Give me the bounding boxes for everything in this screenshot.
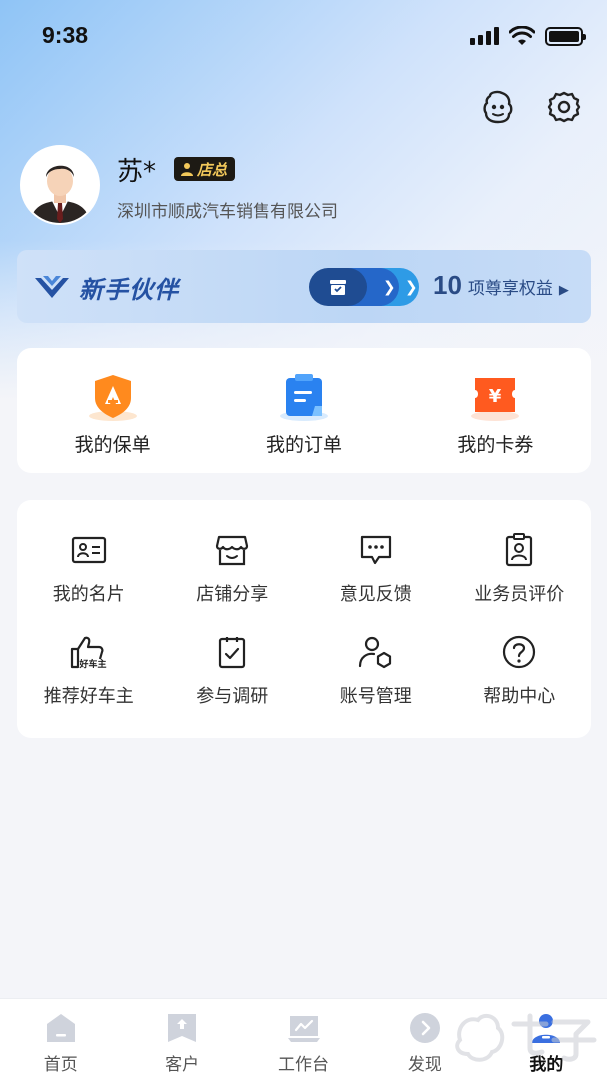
user-name: 苏* <box>117 157 157 187</box>
discover-icon <box>408 1011 442 1045</box>
person-icon <box>181 163 193 176</box>
tool-label: 意见反馈 <box>339 584 412 605</box>
box-icon <box>330 280 346 295</box>
quick-link-orders[interactable]: 我的订单 <box>208 348 399 473</box>
tools-card: 我的名片 店铺分享 意见反馈 业务员评价 好车主 推荐好车主 参与调研 账号管理… <box>17 500 591 738</box>
company-name: 深圳市顺成汽车销售有限公司 <box>117 202 338 222</box>
tab-workbench[interactable]: 工作台 <box>243 999 364 1080</box>
status-time: 9:38 <box>42 22 89 48</box>
partner-logo-icon <box>35 276 69 298</box>
quick-link-coupons[interactable]: ¥ 我的卡券 <box>400 348 591 473</box>
arrow-right-icon: ▶ <box>558 283 569 298</box>
role-badge: 店总 <box>174 157 236 181</box>
store-icon <box>212 530 252 570</box>
avatar[interactable] <box>20 145 100 225</box>
tool-recommend-owner[interactable]: 好车主 推荐好车主 <box>17 632 161 708</box>
profile-section: 苏* 店总 深圳市顺成汽车销售有限公司 <box>20 145 587 227</box>
quick-link-policy[interactable]: 我的保单 <box>17 348 208 473</box>
customer-icon <box>165 1011 199 1045</box>
tool-label: 推荐好车主 <box>43 686 134 707</box>
tool-survey[interactable]: 参与调研 <box>161 632 305 708</box>
quick-links-card: 我的保单 我的订单 ¥ 我的卡券 <box>17 348 591 473</box>
tool-label: 业务员评价 <box>474 584 565 605</box>
quick-link-label: 我的订单 <box>265 434 342 456</box>
home-icon <box>44 1011 78 1045</box>
banner-benefit-pills: ❯ ❯ <box>309 268 421 306</box>
survey-icon <box>212 632 252 672</box>
tab-label: 首页 <box>43 1055 78 1075</box>
benefit-count: 10 <box>433 270 462 300</box>
ticket-icon-2: ❯ <box>405 278 418 296</box>
benefit-summary[interactable]: 10 项尊享权益 ▶ <box>433 270 569 301</box>
tab-home[interactable]: 首页 <box>0 999 121 1080</box>
settings-icon[interactable] <box>545 88 583 126</box>
cellular-signal-icon <box>470 27 499 45</box>
watermark-logo <box>455 1013 597 1062</box>
tool-business-card[interactable]: 我的名片 <box>17 530 161 606</box>
newbie-partner-banner[interactable]: 新手伙伴 ❯ ❯ 10 项尊享权益 ▶ <box>17 250 591 323</box>
tool-feedback[interactable]: 意见反馈 <box>304 530 448 606</box>
order-icon <box>277 372 331 422</box>
coupon-icon: ¥ <box>468 372 522 422</box>
tab-customer[interactable]: 客户 <box>121 999 242 1080</box>
role-badge-label: 店总 <box>197 160 228 179</box>
tool-label: 帮助中心 <box>483 686 556 707</box>
tab-label: 发现 <box>407 1055 442 1075</box>
salesperson-rating-icon <box>499 530 539 570</box>
tool-label: 我的名片 <box>52 584 125 605</box>
quick-link-label: 我的保单 <box>74 434 151 456</box>
tool-label: 店铺分享 <box>196 584 269 605</box>
banner-title: 新手伙伴 <box>79 276 179 304</box>
battery-icon <box>545 26 586 46</box>
thumbs-up-icon: 好车主 <box>69 632 109 672</box>
tool-label: 参与调研 <box>196 686 269 707</box>
tool-label: 账号管理 <box>339 686 412 707</box>
policy-icon <box>86 372 140 422</box>
status-icons <box>470 26 586 46</box>
quick-link-label: 我的卡券 <box>457 434 534 456</box>
header-actions <box>479 88 583 126</box>
workbench-icon <box>287 1011 321 1045</box>
help-icon <box>499 632 539 672</box>
feedback-icon <box>356 530 396 570</box>
tool-store-share[interactable]: 店铺分享 <box>161 530 305 606</box>
account-icon <box>356 632 396 672</box>
tool-salesperson-rating[interactable]: 业务员评价 <box>448 530 592 606</box>
good-owner-icon-text: 好车主 <box>78 658 106 669</box>
svg-text:¥: ¥ <box>489 386 502 407</box>
tab-label: 工作台 <box>278 1055 330 1075</box>
tool-help-center[interactable]: 帮助中心 <box>448 632 592 708</box>
status-bar: 9:38 <box>0 0 607 72</box>
ticket-icon: ❯ <box>383 278 396 296</box>
tab-label: 客户 <box>165 1055 200 1075</box>
business-card-icon <box>69 530 109 570</box>
benefit-text: 项尊享权益 <box>467 279 553 299</box>
tools-grid: 我的名片 店铺分享 意见反馈 业务员评价 好车主 推荐好车主 参与调研 账号管理… <box>17 530 591 708</box>
tool-account-management[interactable]: 账号管理 <box>304 632 448 708</box>
wifi-icon <box>509 26 535 45</box>
robot-icon[interactable] <box>479 88 517 126</box>
